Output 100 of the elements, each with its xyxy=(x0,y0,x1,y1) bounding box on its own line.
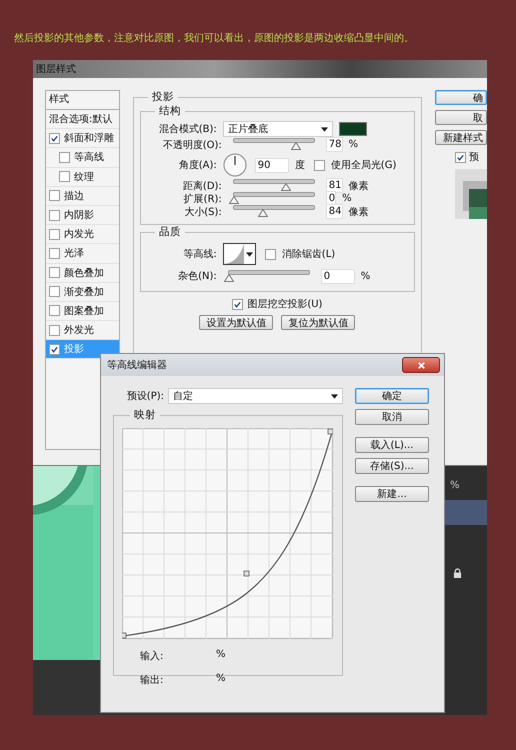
style-item[interactable]: 渐变叠加 xyxy=(46,282,119,302)
style-item[interactable]: 颜色叠加 xyxy=(46,264,119,283)
unit-label: % xyxy=(360,270,370,282)
checkbox[interactable] xyxy=(232,298,244,310)
checkbox-label: 消除锯齿(L) xyxy=(282,248,336,261)
unit-label: % xyxy=(216,673,226,686)
dialog-button[interactable]: 取消 xyxy=(355,409,429,425)
caret-icon xyxy=(320,126,328,132)
field-label: 角度(A): xyxy=(178,158,217,172)
color-swatch[interactable] xyxy=(338,122,367,136)
opacity-unit: % xyxy=(450,480,460,491)
style-label: 图案叠加 xyxy=(64,304,104,318)
dialog-button[interactable]: 确定 xyxy=(355,388,429,404)
style-label: 外发光 xyxy=(64,324,94,338)
style-item[interactable]: 图案叠加 xyxy=(46,302,119,322)
style-label: 纹理 xyxy=(74,170,94,184)
style-label: 描边 xyxy=(64,190,84,203)
style-item[interactable]: 内发光 xyxy=(46,225,119,244)
checkbox[interactable] xyxy=(49,190,60,202)
checkbox[interactable] xyxy=(49,267,60,278)
checkbox[interactable] xyxy=(455,152,466,162)
field-label: 混合模式(B): xyxy=(158,122,217,136)
slider[interactable] xyxy=(228,192,318,205)
field-label: 距离(D): xyxy=(182,180,222,192)
style-label: 斜面和浮雕 xyxy=(64,132,114,146)
dialog-button[interactable]: 载入(L)... xyxy=(355,437,429,453)
dialog-button[interactable]: 确 xyxy=(435,90,487,105)
close-button[interactable] xyxy=(402,357,440,373)
group-title: 投影 xyxy=(150,90,175,104)
checkbox[interactable] xyxy=(49,228,60,240)
field-label: 扩展(R): xyxy=(182,192,222,206)
style-item[interactable]: 混合选项:默认 xyxy=(46,110,119,130)
window-title: 图层样式 xyxy=(36,62,76,76)
checkbox[interactable] xyxy=(59,171,70,182)
style-label: 渐变叠加 xyxy=(64,286,104,299)
unit-label: 像素 xyxy=(348,206,369,218)
input-label: 输入: xyxy=(140,650,164,663)
contour-picker[interactable] xyxy=(222,243,256,265)
slider-thumb[interactable] xyxy=(224,274,234,282)
preset-dropdown[interactable]: 自定 xyxy=(168,388,343,404)
dialog-button[interactable]: 复位为默认值 xyxy=(281,315,356,330)
angle-dial[interactable] xyxy=(222,153,247,177)
unit-label: % xyxy=(216,649,226,662)
checkbox[interactable] xyxy=(59,152,70,163)
value-field[interactable]: 78 xyxy=(326,137,343,152)
output-label: 输出: xyxy=(140,674,164,687)
dialog-button[interactable]: 存储(S)... xyxy=(355,458,429,474)
unit-label: 度 xyxy=(294,158,305,172)
style-item[interactable]: 光泽 xyxy=(46,244,119,264)
dialog-button[interactable]: 取 xyxy=(435,110,487,125)
style-label: 光泽 xyxy=(64,246,84,260)
style-label: 内发光 xyxy=(64,228,94,242)
checkbox-label: 使用全局光(G) xyxy=(330,158,396,172)
style-label: 等高线 xyxy=(74,150,104,164)
style-label: 内阴影 xyxy=(64,208,94,222)
style-label: 颜色叠加 xyxy=(64,266,104,280)
slider-thumb[interactable] xyxy=(228,196,239,204)
style-item[interactable]: 内阴影 xyxy=(46,206,119,226)
group-title: 映射 xyxy=(133,408,157,422)
blend-mode-dropdown[interactable]: 正片叠底 xyxy=(222,121,333,137)
style-item[interactable]: 描边 xyxy=(46,186,119,206)
caret-icon xyxy=(246,252,253,256)
checkbox[interactable] xyxy=(49,210,60,221)
list-header: 样式 xyxy=(46,91,119,110)
style-item[interactable]: 斜面和浮雕 xyxy=(46,129,119,148)
unit-label: % xyxy=(342,193,352,204)
unit-label: 像素 xyxy=(348,180,369,192)
value-field[interactable]: 84 xyxy=(326,204,343,219)
group-title: 品质 xyxy=(158,225,182,239)
field-label: 杂色(N): xyxy=(177,270,217,283)
field-label: 大小(S): xyxy=(183,206,222,218)
caption-text: 然后投影的其他参数，注意对比原图，我们可以看出，原图的投影是两边收缩凸显中间的。 xyxy=(14,32,414,45)
style-item[interactable]: 等高线 xyxy=(46,148,119,168)
style-label: 投影 xyxy=(64,342,84,356)
contour-curve-graph[interactable] xyxy=(122,428,333,639)
dialog-button[interactable]: 设置为默认值 xyxy=(199,315,274,330)
dialog-button[interactable]: 新建样式 xyxy=(435,130,487,145)
checkbox[interactable] xyxy=(49,132,60,144)
checkbox[interactable] xyxy=(49,324,60,336)
value-field[interactable]: 0 xyxy=(320,268,355,284)
value-field[interactable]: 90 xyxy=(254,158,289,172)
group-title: 结构 xyxy=(158,104,182,118)
slider[interactable] xyxy=(222,270,313,282)
field-label: 预设(P): xyxy=(126,390,164,403)
value-field[interactable]: 81 xyxy=(326,178,343,193)
window-title: 等高线编辑器 xyxy=(107,358,167,372)
checkbox[interactable] xyxy=(49,248,60,259)
checkbox[interactable] xyxy=(49,286,60,298)
checkbox-label: 预 xyxy=(469,151,479,164)
dialog-button[interactable]: 新建... xyxy=(355,486,429,502)
style-item[interactable]: 纹理 xyxy=(46,168,119,187)
lock-icon[interactable] xyxy=(453,568,462,579)
field-label: 不透明度(O): xyxy=(162,138,222,152)
checkbox[interactable] xyxy=(314,160,325,170)
checkbox-label: 图层挖空投影(U) xyxy=(247,298,322,311)
checkbox[interactable] xyxy=(49,305,60,316)
checkbox[interactable] xyxy=(49,344,60,355)
checkbox[interactable] xyxy=(264,248,276,260)
field-label: 等高线: xyxy=(182,248,217,261)
caret-icon xyxy=(331,394,338,398)
